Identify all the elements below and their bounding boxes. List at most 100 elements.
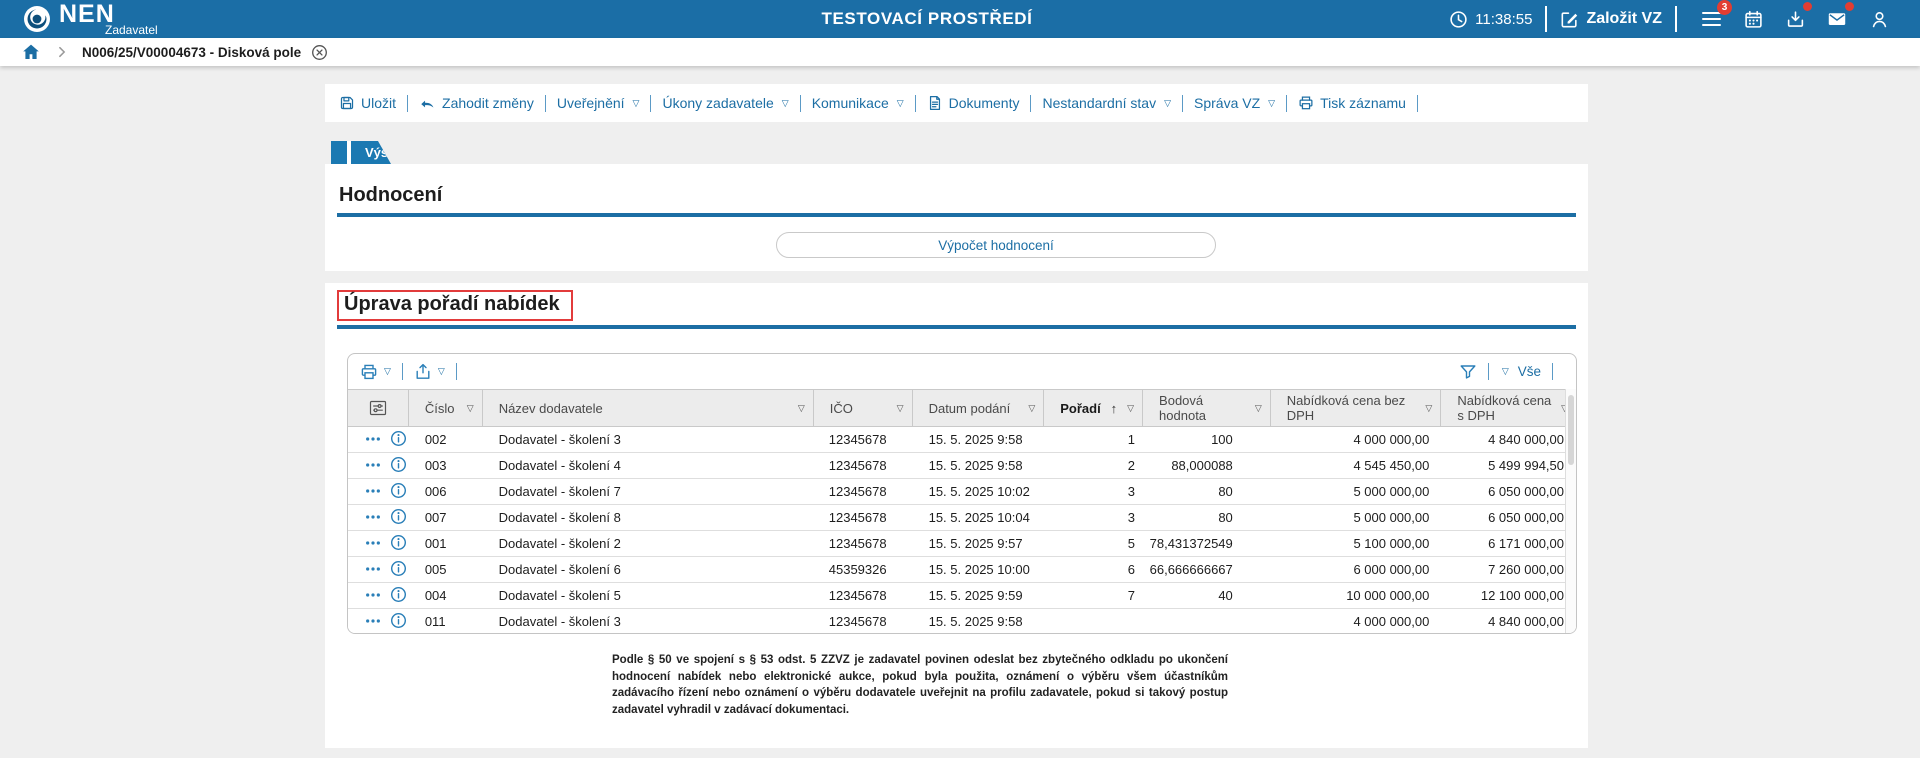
cell-cena_s: 6 050 000,00 (1441, 505, 1576, 530)
ellipsis-icon (365, 590, 381, 600)
print-icon (1298, 95, 1314, 111)
scrollbar-thumb[interactable] (1568, 395, 1574, 465)
filter-caret-icon[interactable]: ▽ (1255, 403, 1262, 414)
column-header-cena_s[interactable]: Nabídková cena s DPH▽ (1441, 390, 1576, 426)
row-info-button[interactable] (390, 586, 407, 606)
row-menu-button[interactable] (365, 588, 381, 603)
toolbar-label: Komunikace (812, 95, 889, 111)
toolbar-ukony-zadavatele[interactable]: Úkony zadavatele▽ (662, 95, 788, 111)
close-tab-button[interactable] (311, 44, 328, 61)
section-rule (337, 325, 1576, 329)
row-info-button[interactable] (390, 482, 407, 502)
info-icon (390, 482, 407, 499)
toolbar-nestandardni-stav[interactable]: Nestandardní stav▽ (1042, 95, 1171, 111)
row-info-button[interactable] (390, 534, 407, 554)
toolbar-zahodit-zmeny[interactable]: Zahodit změny (419, 95, 534, 112)
toolbar-ulozit[interactable]: Uložit (339, 95, 396, 111)
row-info-button[interactable] (390, 508, 407, 528)
filter-all-dropdown[interactable]: ▽ Vše (1500, 364, 1541, 379)
clock-time: 11:38:55 (1475, 11, 1532, 28)
row-info-button[interactable] (390, 612, 407, 632)
cell-poradi: 2 (1044, 453, 1143, 478)
vertical-scrollbar[interactable] (1565, 389, 1576, 633)
row-menu-button[interactable] (365, 536, 381, 551)
filter-caret-icon[interactable]: ▽ (467, 403, 474, 414)
row-info-button[interactable] (390, 560, 407, 580)
toolbar-dokumenty[interactable]: Dokumenty (927, 95, 1020, 111)
row-menu-button[interactable] (365, 484, 381, 499)
column-header-bodova[interactable]: Bodová hodnota▽ (1143, 390, 1271, 426)
cell-nazev: Dodavatel - školení 4 (483, 453, 814, 478)
grid-header: Číslo▽Název dodavatele▽IČO▽Datum podání▽… (348, 389, 1576, 427)
home-button[interactable] (22, 43, 40, 61)
column-header-poradi[interactable]: Pořadí↑▽ (1044, 390, 1143, 426)
header-separator (1675, 6, 1677, 32)
compute-evaluation-button[interactable]: Výpočet hodnocení (776, 232, 1216, 258)
edit-icon (1560, 10, 1579, 29)
create-vz-button[interactable]: Založit VZ (1560, 10, 1662, 29)
cell-bodova: 78,431372549 (1143, 531, 1271, 556)
export-button[interactable]: ▽ (414, 363, 445, 381)
column-header-select[interactable] (348, 390, 409, 426)
order-adjust-title: Úprava pořadí nabídek (337, 290, 573, 321)
column-header-ico[interactable]: IČO▽ (814, 390, 913, 426)
row-menu-button[interactable] (365, 458, 381, 473)
print-button[interactable]: ▽ (360, 363, 391, 381)
row-menu-button[interactable] (365, 614, 381, 629)
cell-cislo: 007 (409, 505, 483, 530)
toolbar-label: Uveřejnění (557, 95, 625, 111)
cell-cislo: 006 (409, 479, 483, 504)
filter-caret-icon[interactable]: ▽ (798, 403, 805, 414)
section-title: Hodnocení (339, 184, 1588, 207)
column-header-cislo[interactable]: Číslo▽ (409, 390, 483, 426)
row-menu-button[interactable] (365, 510, 381, 525)
filter-icon (1459, 363, 1477, 381)
filter-button[interactable] (1459, 363, 1477, 381)
cell-ico: 12345678 (814, 583, 913, 608)
toolbar-sprava-vz[interactable]: Správa VZ▽ (1194, 95, 1275, 111)
filter-caret-icon[interactable]: ▽ (1425, 403, 1432, 414)
chevron-down-icon: ▽ (1268, 99, 1275, 108)
column-header-datum[interactable]: Datum podání▽ (913, 390, 1045, 426)
cell-ico: 12345678 (814, 479, 913, 504)
row-info-button[interactable] (390, 456, 407, 476)
breadcrumb-item[interactable]: N006/25/V00004673 - Disková pole (82, 45, 301, 60)
cell-bodova: 80 (1143, 479, 1271, 504)
toolbar-uverejneni[interactable]: Uveřejnění▽ (557, 95, 640, 111)
column-header-nazev[interactable]: Název dodavatele▽ (483, 390, 814, 426)
clock-icon (1449, 10, 1468, 29)
filter-caret-icon[interactable]: ▽ (1028, 403, 1035, 414)
cell-cislo: 003 (409, 453, 483, 478)
row-menu-button[interactable] (365, 562, 381, 577)
app-header: NEN Zadavatel TESTOVACÍ PROSTŘEDÍ 11:38:… (0, 0, 1920, 38)
downloads-button[interactable] (1782, 4, 1808, 34)
toolbar-tisk-zaznamu[interactable]: Tisk záznamu (1298, 95, 1406, 111)
cell-nazev: Dodavatel - školení 3 (483, 427, 814, 452)
ellipsis-icon (365, 616, 381, 626)
table-row: 011Dodavatel - školení 31234567815. 5. 2… (348, 609, 1576, 634)
profile-button[interactable] (1866, 4, 1892, 34)
cell-datum: 15. 5. 2025 9:58 (913, 609, 1045, 634)
row-menu-button[interactable] (365, 432, 381, 447)
toolbar-komunikace[interactable]: Komunikace▽ (812, 95, 904, 111)
results-card: ▽ ▽ (347, 353, 1577, 634)
column-label: Datum podání (929, 401, 1025, 416)
export-icon (414, 363, 432, 381)
cell-cena_s: 6 171 000,00 (1441, 531, 1576, 556)
cell-ico: 12345678 (814, 531, 913, 556)
save-icon (339, 95, 355, 111)
info-icon (390, 456, 407, 473)
calendar-button[interactable] (1740, 4, 1766, 34)
cell-datum: 15. 5. 2025 10:00 (913, 557, 1045, 582)
menu-button[interactable]: 3 (1698, 4, 1724, 34)
mail-button[interactable] (1824, 4, 1850, 34)
column-header-cena_bez[interactable]: Nabídková cena bez DPH▽ (1271, 390, 1442, 426)
column-label: Nabídková cena bez DPH (1287, 393, 1422, 423)
row-info-button[interactable] (390, 430, 407, 450)
cell-poradi: 1 (1044, 427, 1143, 452)
cell-bodova: 100 (1143, 427, 1271, 452)
cell-cena_bez: 4 000 000,00 (1271, 427, 1442, 452)
filter-caret-icon[interactable]: ▽ (1127, 403, 1134, 414)
calendar-icon (1744, 10, 1763, 29)
filter-caret-icon[interactable]: ▽ (897, 403, 904, 414)
